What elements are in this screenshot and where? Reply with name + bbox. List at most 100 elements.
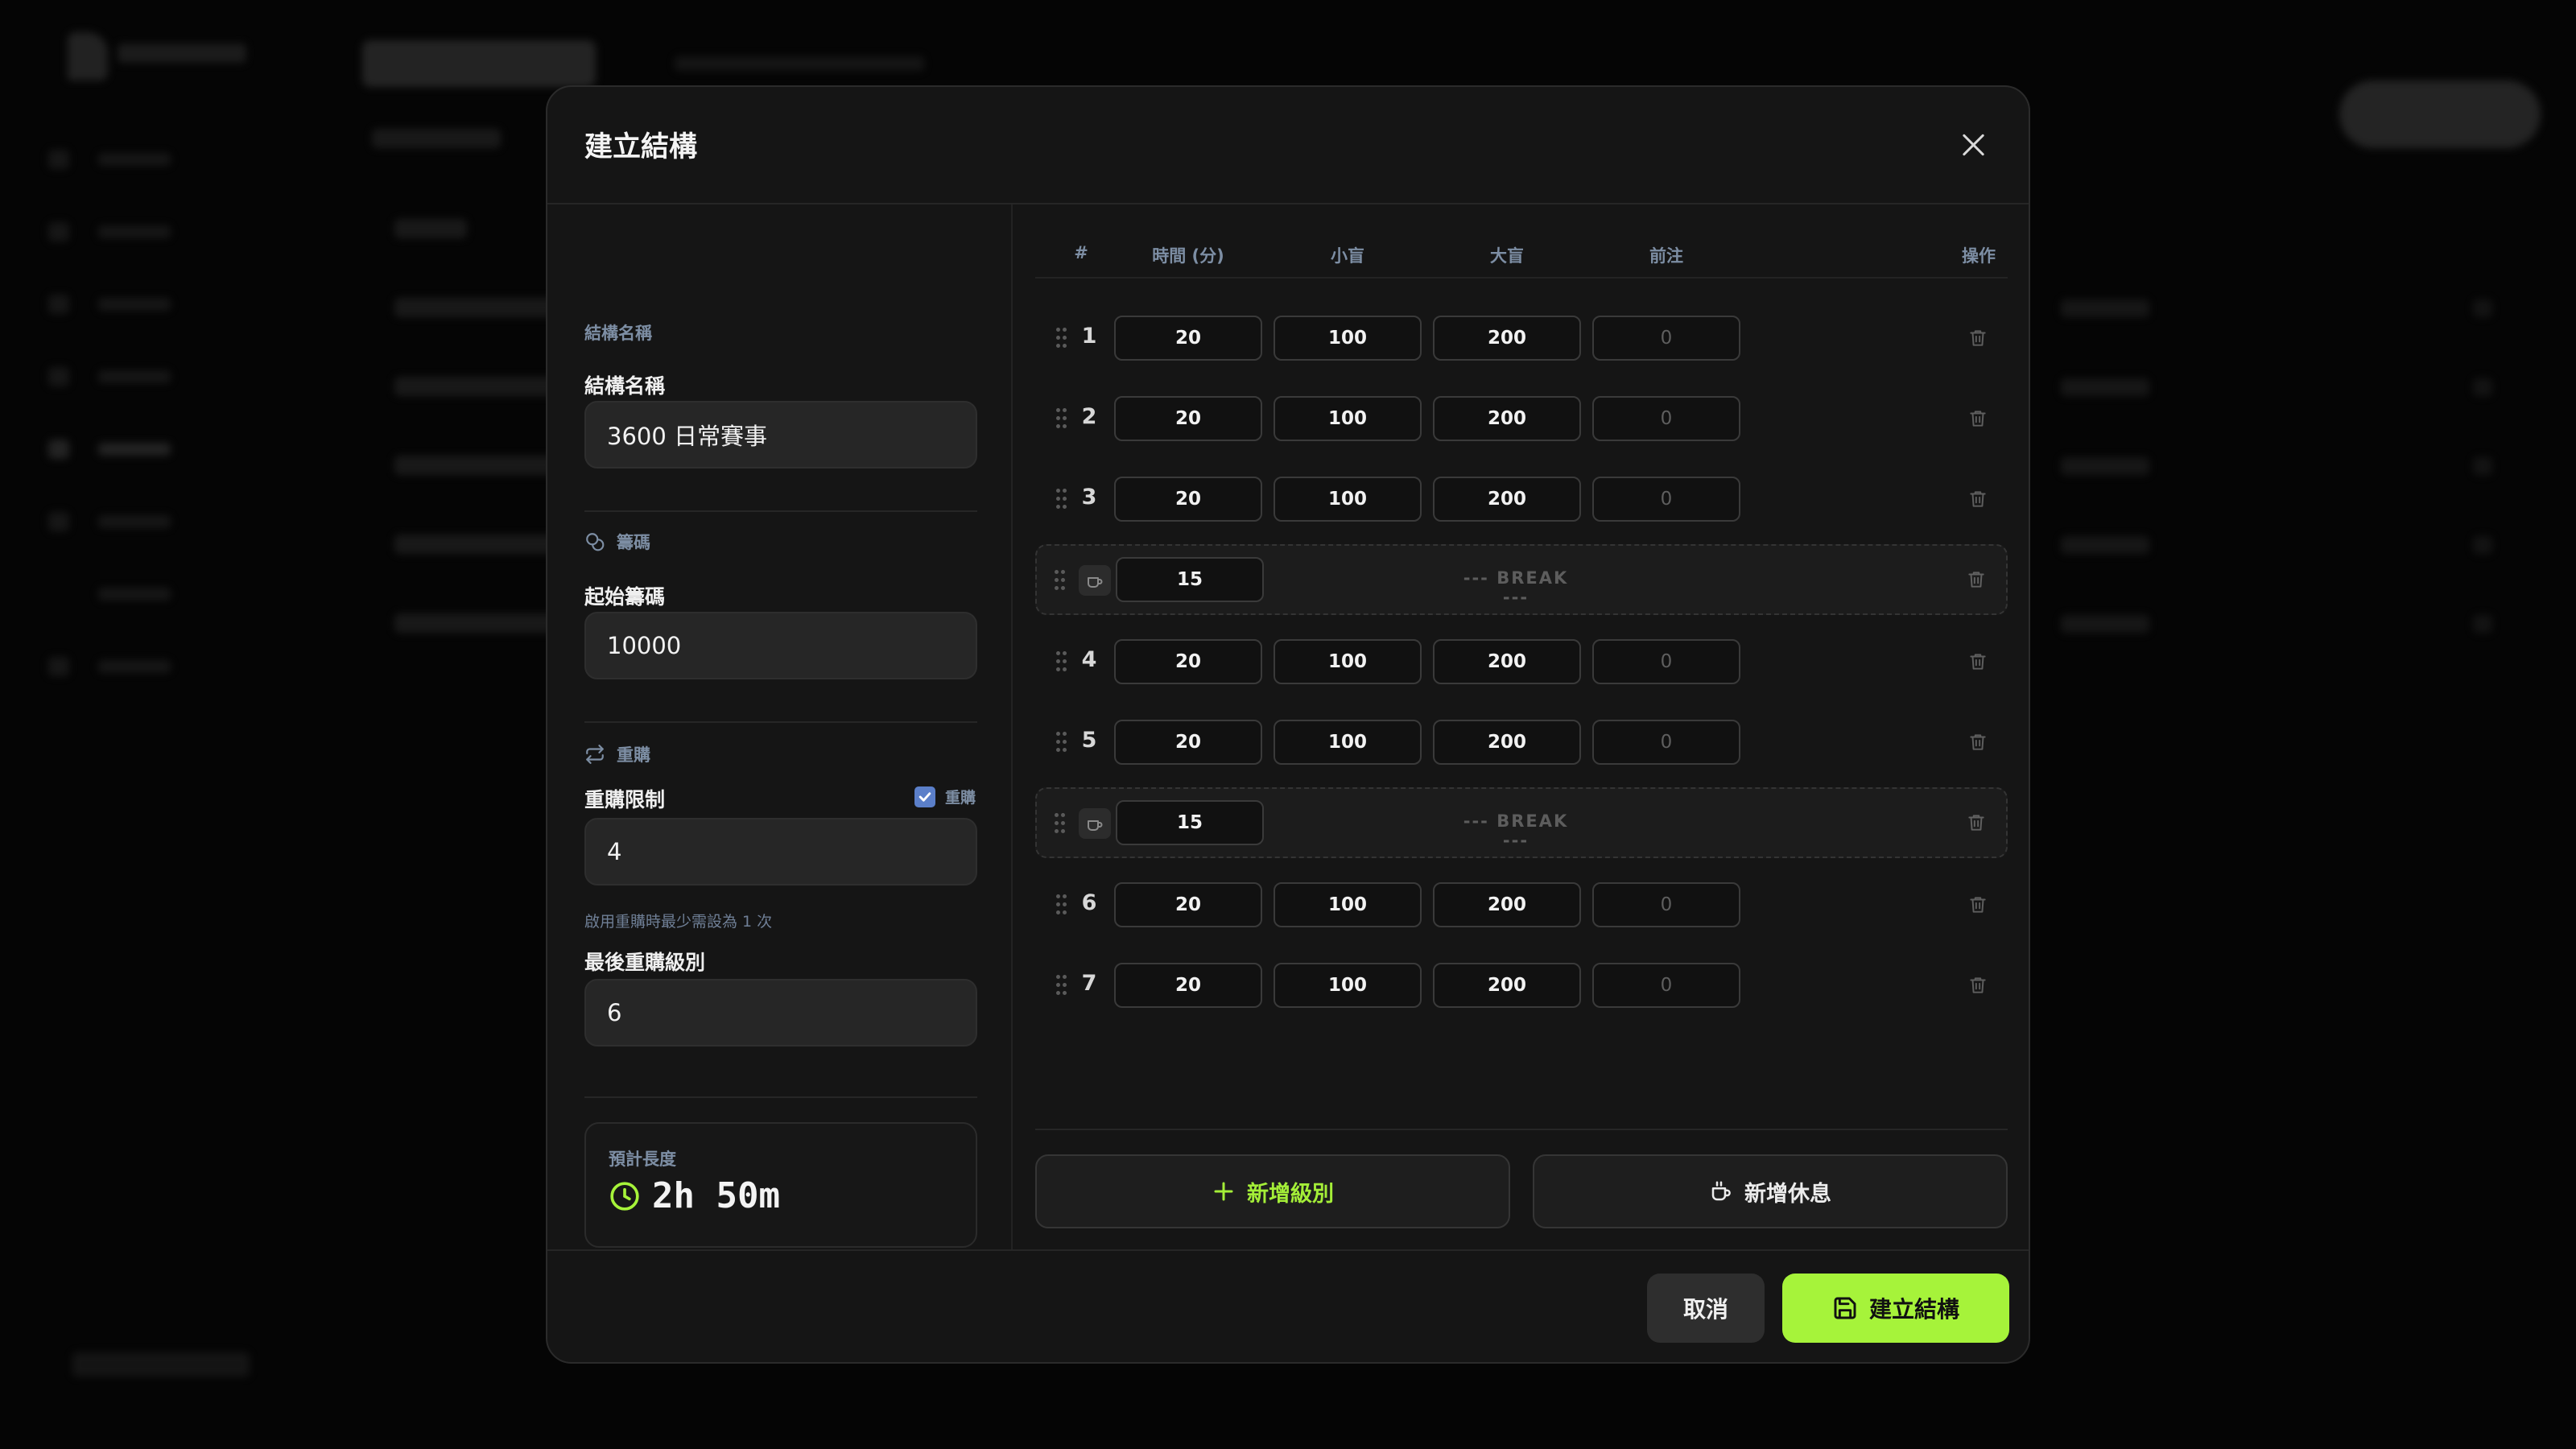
- rebuy-checkbox[interactable]: [914, 786, 935, 807]
- primary-action-blurred: [2339, 80, 2541, 148]
- drag-handle-icon[interactable]: [1055, 813, 1066, 834]
- level-number: 7: [1081, 971, 1097, 996]
- col-header-actions: 操作: [1962, 246, 1996, 266]
- rebuy-checkbox-label: 重購: [944, 789, 976, 807]
- break-duration-input[interactable]: 15: [1116, 557, 1264, 602]
- level-time-input[interactable]: 20: [1114, 477, 1262, 522]
- rebuy-hint: 啟用重購時最少需設為 1 次: [584, 913, 773, 931]
- break-duration-input[interactable]: 15: [1116, 800, 1264, 845]
- create-structure-modal: 建立結構 結構名稱 結構名稱 籌碼 起始籌碼 重購 重購限制 重購 啟用重購時最…: [546, 85, 2030, 1364]
- big-blind-input[interactable]: 200: [1433, 396, 1581, 441]
- level-number: 6: [1081, 890, 1097, 915]
- level-time-input[interactable]: 20: [1114, 316, 1262, 361]
- table-cell-blurred: [2061, 615, 2149, 633]
- big-blind-input[interactable]: 200: [1433, 477, 1581, 522]
- level-number: 5: [1081, 728, 1097, 753]
- row-menu-blurred: [2473, 536, 2492, 554]
- last-rebuy-level-label: 最後重購級別: [584, 951, 706, 974]
- page-title-blurred: [362, 40, 596, 87]
- ante-input[interactable]: 0: [1592, 396, 1740, 441]
- drag-handle-icon[interactable]: [1055, 570, 1066, 591]
- big-blind-input[interactable]: 200: [1433, 882, 1581, 927]
- row-menu-blurred: [2473, 378, 2492, 396]
- rebuy-limit-input[interactable]: [584, 818, 977, 886]
- big-blind-input[interactable]: 200: [1433, 720, 1581, 765]
- add-level-button[interactable]: 新增級別: [1035, 1154, 1510, 1228]
- small-blind-input[interactable]: 100: [1274, 396, 1422, 441]
- plus-icon: [1214, 1182, 1233, 1201]
- level-row: 4 20 100 200 0: [1035, 638, 2008, 686]
- level-time-input[interactable]: 20: [1114, 963, 1262, 1008]
- drag-handle-icon[interactable]: [1056, 651, 1067, 672]
- big-blind-input[interactable]: 200: [1433, 639, 1581, 684]
- big-blind-input[interactable]: 200: [1433, 316, 1581, 361]
- trash-icon[interactable]: [1967, 731, 1988, 753]
- level-time-input[interactable]: 20: [1114, 882, 1262, 927]
- level-time-input[interactable]: 20: [1114, 720, 1262, 765]
- last-rebuy-level-input[interactable]: [584, 979, 977, 1046]
- big-blind-input[interactable]: 200: [1433, 963, 1581, 1008]
- trash-icon[interactable]: [1967, 327, 1988, 349]
- small-blind-input[interactable]: 100: [1274, 477, 1422, 522]
- level-row: 6 20 100 200 0: [1035, 881, 2008, 929]
- sidebar-item: [48, 150, 193, 169]
- small-blind-input[interactable]: 100: [1274, 720, 1422, 765]
- break-row: 15 --- BREAK ---: [1035, 544, 2008, 615]
- drag-handle-icon[interactable]: [1056, 328, 1067, 349]
- rebuy-section-text: 重購: [617, 745, 650, 765]
- create-structure-button[interactable]: 建立結構: [1782, 1274, 2009, 1343]
- ante-input[interactable]: 0: [1592, 639, 1740, 684]
- clock-icon: [610, 1181, 639, 1211]
- sidebar-item: [48, 295, 193, 314]
- trash-icon[interactable]: [1967, 974, 1988, 997]
- small-blind-input[interactable]: 100: [1274, 882, 1422, 927]
- close-icon[interactable]: [1958, 129, 1990, 161]
- chips-section-text: 籌碼: [617, 533, 650, 552]
- break-label: --- BREAK ---: [1463, 568, 1569, 607]
- rebuy-toggle[interactable]: 重購: [914, 786, 976, 807]
- drag-handle-icon[interactable]: [1056, 894, 1067, 915]
- col-header-small-blind: 小盲: [1331, 246, 1364, 266]
- ante-input[interactable]: 0: [1592, 477, 1740, 522]
- trash-icon[interactable]: [1967, 407, 1988, 430]
- rebuy-section-label: 重購: [584, 742, 650, 766]
- name-label: 結構名稱: [584, 374, 666, 398]
- save-icon: [1834, 1297, 1856, 1319]
- table-cell-blurred: [2061, 378, 2149, 396]
- drag-handle-icon[interactable]: [1056, 489, 1067, 510]
- small-blind-input[interactable]: 100: [1274, 639, 1422, 684]
- trash-icon[interactable]: [1967, 650, 1988, 673]
- level-row: 2 20 100 200 0: [1035, 394, 2008, 443]
- modal-header: 建立結構: [547, 87, 2029, 204]
- starting-chips-input[interactable]: [584, 612, 977, 679]
- section-name-label: 結構名稱: [584, 324, 652, 343]
- structure-name-input[interactable]: [584, 401, 977, 469]
- level-row: 5 20 100 200 0: [1035, 718, 2008, 766]
- ante-input[interactable]: 0: [1592, 882, 1740, 927]
- ante-input[interactable]: 0: [1592, 963, 1740, 1008]
- trash-icon[interactable]: [1966, 568, 1987, 591]
- drag-handle-icon[interactable]: [1056, 732, 1067, 753]
- small-blind-input[interactable]: 100: [1274, 963, 1422, 1008]
- break-row: 15 --- BREAK ---: [1035, 787, 2008, 858]
- repeat-icon: [586, 745, 604, 764]
- table-cell-blurred: [2061, 299, 2149, 317]
- add-level-label: 新增級別: [1247, 1181, 1334, 1207]
- small-blind-input[interactable]: 100: [1274, 316, 1422, 361]
- ante-input[interactable]: 0: [1592, 720, 1740, 765]
- trash-icon[interactable]: [1966, 811, 1987, 834]
- cancel-button[interactable]: 取消: [1647, 1274, 1765, 1343]
- coffee-icon: [1711, 1181, 1731, 1201]
- ante-input[interactable]: 0: [1592, 316, 1740, 361]
- modal-footer: 取消 建立結構: [547, 1249, 2029, 1362]
- trash-icon[interactable]: [1967, 488, 1988, 510]
- drag-handle-icon[interactable]: [1056, 975, 1067, 996]
- level-number: 4: [1081, 647, 1097, 672]
- coins-icon: [586, 533, 605, 551]
- add-break-button[interactable]: 新增休息: [1533, 1154, 2008, 1228]
- trash-icon[interactable]: [1967, 894, 1988, 916]
- level-time-input[interactable]: 20: [1114, 639, 1262, 684]
- level-time-input[interactable]: 20: [1114, 396, 1262, 441]
- levels-panel: # 時間 (分) 小盲 大盲 前注 操作 1 20 100 200 0 2 20 100 200…: [1013, 204, 2029, 1249]
- drag-handle-icon[interactable]: [1056, 408, 1067, 429]
